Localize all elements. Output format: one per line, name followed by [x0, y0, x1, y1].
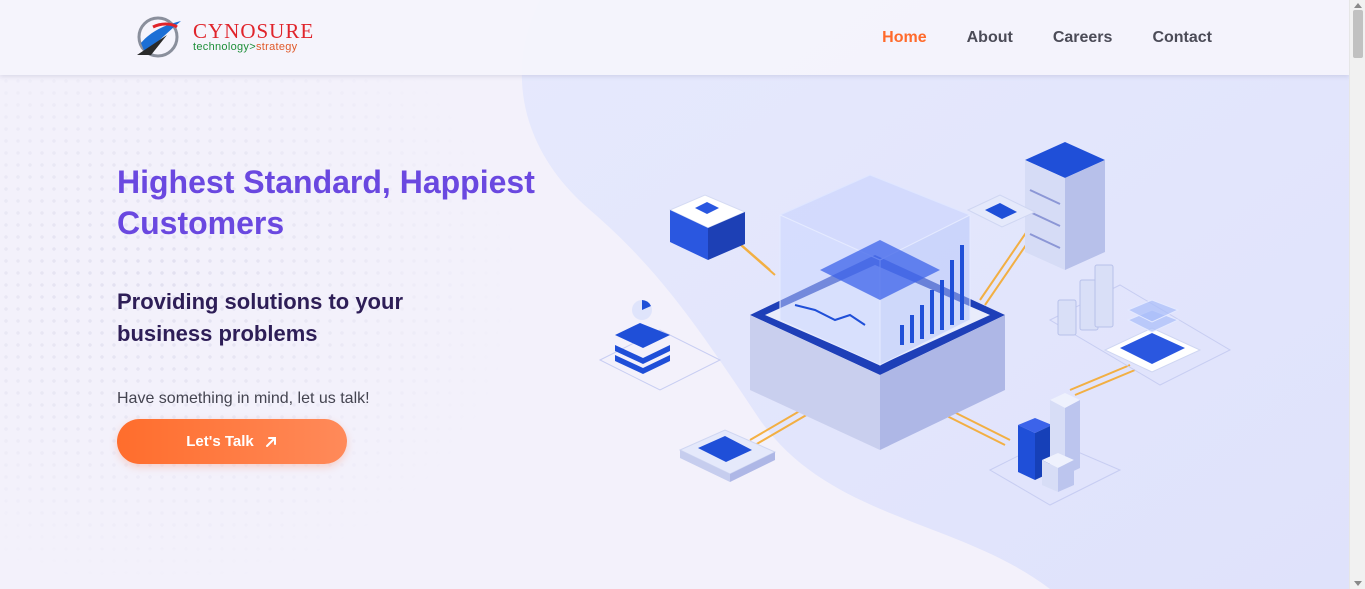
- nav-home[interactable]: Home: [882, 29, 926, 47]
- cta-prompt: Have something in mind, let us talk!: [117, 390, 370, 407]
- scroll-thumb[interactable]: [1353, 10, 1363, 58]
- nav-careers[interactable]: Careers: [1053, 29, 1113, 47]
- scrollbar[interactable]: [1349, 0, 1365, 589]
- logo[interactable]: CYNOSURE technology>strategy: [131, 13, 321, 63]
- logo-icon: [137, 16, 181, 58]
- hero-illustration: [598, 142, 1232, 506]
- brand-tagline: technology>strategy: [193, 41, 298, 53]
- scroll-down-icon[interactable]: [1354, 581, 1362, 586]
- hero-title: Highest Standard, Happiest Customers: [117, 164, 535, 241]
- nav-contact[interactable]: Contact: [1152, 29, 1212, 47]
- main-nav: Home About Careers Contact: [882, 29, 1212, 47]
- hero: Highest Standard, Happiest Customers Pro…: [117, 162, 557, 464]
- page: CYNOSURE technology>strategy Home About …: [0, 0, 1349, 589]
- navbar: CYNOSURE technology>strategy Home About …: [0, 0, 1349, 75]
- hero-subtitle: Providing solutions to your business pro…: [117, 289, 403, 346]
- nav-about[interactable]: About: [967, 29, 1013, 47]
- scroll-up-icon[interactable]: [1354, 3, 1362, 8]
- lets-talk-label: Let's Talk: [186, 433, 254, 450]
- lets-talk-button[interactable]: Let's Talk: [117, 419, 347, 464]
- arrow-up-right-icon: [265, 436, 276, 447]
